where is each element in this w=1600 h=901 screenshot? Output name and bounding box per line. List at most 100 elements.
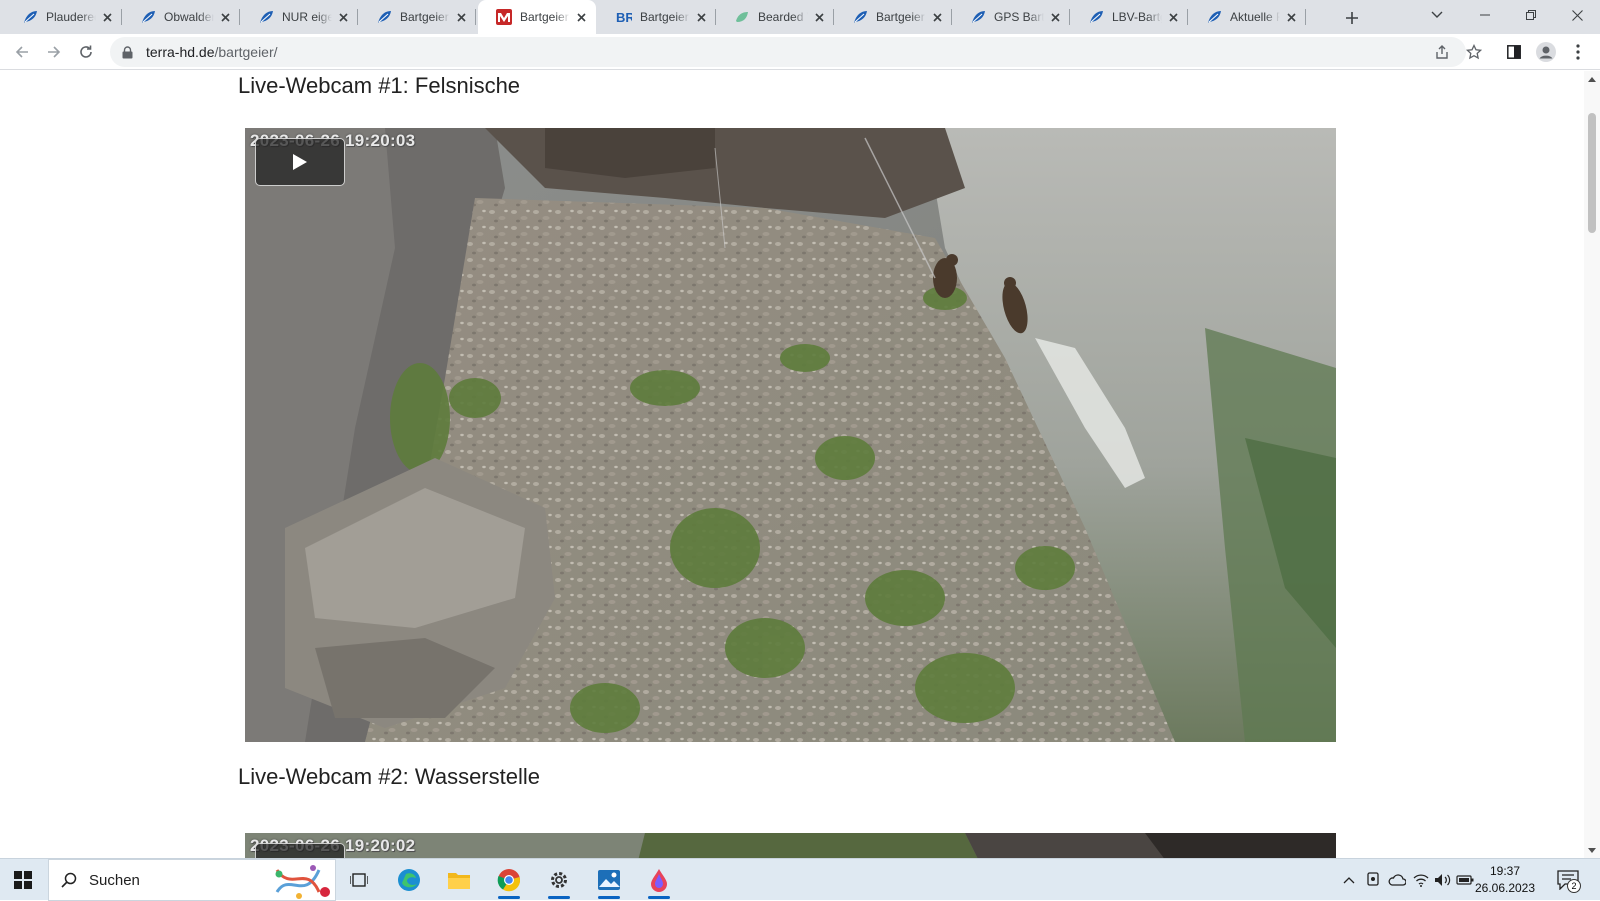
webcam1-play-button[interactable] [255, 138, 345, 186]
browser-tab[interactable]: Obwaldera [122, 0, 240, 34]
taskbar-settings[interactable] [536, 859, 582, 901]
share-button[interactable] [1428, 38, 1456, 66]
webcam2-play-button[interactable] [255, 843, 345, 858]
close-tab-icon[interactable] [930, 10, 944, 24]
task-view-button[interactable] [336, 859, 382, 901]
tab-title: Aktuelle Fo [1230, 10, 1280, 24]
close-tab-icon[interactable] [1048, 10, 1062, 24]
tab-strip: Plauderecke Obwaldera NUR eigene Bartgeier … [0, 0, 1600, 34]
kebab-menu-icon [1576, 44, 1580, 60]
browser-toolbar: terra-hd.de/bartgeier/ [0, 34, 1600, 70]
side-panel-icon [1507, 45, 1521, 59]
drop-app-icon [651, 869, 667, 892]
taskbar-photos[interactable] [586, 859, 632, 901]
notification-center-button[interactable]: 2 [1553, 867, 1583, 893]
feather-icon [1088, 9, 1104, 25]
start-button[interactable] [0, 859, 46, 901]
tray-volume[interactable] [1432, 859, 1454, 901]
close-tab-icon[interactable] [454, 10, 468, 24]
browser-tab-active[interactable]: Bartgeier W [478, 0, 596, 34]
tab-title: Obwaldera [164, 10, 214, 24]
tray-meet[interactable] [1362, 859, 1384, 901]
share-icon [1436, 45, 1448, 59]
forward-button[interactable] [40, 38, 68, 66]
bookmark-button[interactable] [1460, 38, 1488, 66]
browser-tab[interactable]: Bartgeier W [358, 0, 476, 34]
browser-tab[interactable]: GPS Bartge [952, 0, 1070, 34]
arrow-right-icon [48, 46, 61, 58]
leaf-icon [734, 9, 750, 25]
taskbar-chrome[interactable] [486, 859, 532, 901]
close-tab-icon[interactable] [1284, 10, 1298, 24]
device-icon [1367, 872, 1379, 886]
menu-button[interactable] [1564, 38, 1592, 66]
tray-network[interactable] [1410, 859, 1432, 901]
taskbar-app[interactable] [636, 859, 682, 901]
clock-date: 26.06.2023 [1474, 881, 1536, 895]
close-window-button[interactable] [1554, 0, 1600, 30]
browser-tab[interactable]: NUR eigene [240, 0, 358, 34]
browser-tab[interactable]: Bearded V [716, 0, 834, 34]
minimize-button[interactable] [1462, 0, 1508, 30]
back-button[interactable] [8, 38, 36, 66]
search-placeholder: Suchen [89, 871, 140, 889]
task-view-icon [350, 873, 368, 887]
page-scrollbar[interactable] [1584, 71, 1600, 858]
close-tab-icon[interactable] [100, 10, 114, 24]
chrome-icon [497, 869, 521, 892]
close-tab-icon[interactable] [336, 10, 350, 24]
br-logo-icon: BR [616, 9, 632, 25]
chevron-up-icon [1343, 877, 1355, 884]
tab-search-button[interactable] [1414, 0, 1460, 30]
system-clock[interactable]: 19:37 26.06.2023 [1470, 863, 1540, 897]
webcam1-player[interactable]: 2023-06-26 19:20:03 [245, 128, 1336, 742]
side-panel-button[interactable] [1500, 38, 1528, 66]
webcam1-heading: Live-Webcam #1: Felsnische [238, 73, 521, 98]
close-tab-icon[interactable] [218, 10, 232, 24]
url-domain: terra-hd.de [146, 44, 215, 60]
browser-tab[interactable]: LBV-Bartge [1070, 0, 1188, 34]
show-hidden-icons[interactable] [1338, 859, 1360, 901]
browser-tab[interactable]: Bartgeier a [834, 0, 952, 34]
windows-logo-icon [14, 871, 32, 889]
gear-icon [551, 872, 567, 888]
taskbar-file-explorer[interactable] [436, 859, 482, 901]
reload-button[interactable] [72, 38, 100, 66]
tray-onedrive[interactable] [1386, 859, 1408, 901]
browser-tab[interactable]: Aktuelle Fo [1188, 0, 1306, 34]
taskbar-edge[interactable] [386, 859, 432, 901]
webcam2-player[interactable]: 2023-06-26 19:20:02 [245, 833, 1336, 858]
close-tab-icon[interactable] [812, 10, 826, 24]
webcam1-image [245, 128, 1336, 742]
taskbar-search[interactable]: Suchen [48, 859, 336, 901]
restore-icon [1526, 10, 1536, 20]
wifi-icon [1413, 874, 1429, 887]
scroll-down-arrow[interactable] [1588, 846, 1596, 854]
profile-button[interactable] [1532, 38, 1560, 66]
tab-title: NUR eigene [282, 10, 332, 24]
triangle-down-icon [1588, 847, 1596, 853]
scrollbar-thumb[interactable] [1588, 113, 1596, 233]
triangle-up-icon [1588, 76, 1596, 82]
close-tab-icon[interactable] [574, 10, 588, 24]
svg-text:BR: BR [616, 10, 632, 25]
tab-title: Bartgeier a [876, 10, 926, 24]
webcam2-heading: Live-Webcam #2: Wasserstelle [238, 764, 540, 789]
tab-title: Bearded V [758, 10, 808, 24]
new-tab-button[interactable] [1340, 6, 1364, 30]
close-tab-icon[interactable] [1166, 10, 1180, 24]
browser-tab[interactable]: BR Bartgeier R [598, 0, 716, 34]
feather-icon [258, 9, 274, 25]
tab-title: GPS Bartge [994, 10, 1044, 24]
tab-title: Bartgeier R [640, 10, 690, 24]
avatar-icon [1536, 42, 1556, 62]
restore-button[interactable] [1508, 0, 1554, 30]
clock-time: 19:37 [1489, 864, 1521, 878]
close-tab-icon[interactable] [694, 10, 708, 24]
address-bar[interactable]: terra-hd.de/bartgeier/ [110, 37, 1466, 67]
browser-tab[interactable]: Plauderecke [4, 0, 122, 34]
photos-icon [598, 870, 620, 890]
red-m-logo-icon [496, 9, 512, 25]
scroll-up-arrow[interactable] [1588, 75, 1596, 83]
feather-icon [852, 9, 868, 25]
